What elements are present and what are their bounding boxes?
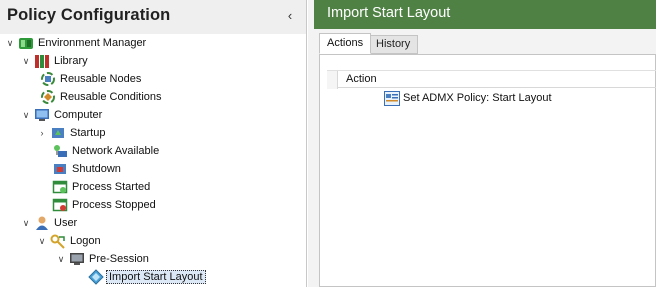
action-label: Set ADMX Policy: Start Layout [403,92,552,104]
tree-node-label: User [54,217,78,229]
process-started-icon [52,179,68,195]
startup-icon [50,125,66,141]
chevron-down-icon[interactable]: ∨ [21,52,31,70]
tree-node-reusable-nodes[interactable]: Reusable Nodes [40,70,141,88]
pre-session-monitor-icon [69,251,85,267]
tree-node-label: Process Started [72,181,151,193]
process-stopped-icon [52,197,68,213]
tree-node-process-stopped[interactable]: Process Stopped [52,196,156,214]
chevron-down-icon[interactable]: ∨ [56,250,66,268]
logon-key-icon [50,233,66,249]
tree-node-reusable-conditions[interactable]: Reusable Conditions [40,88,162,106]
grid-row-selector[interactable] [327,71,338,89]
grid-header: Action [327,70,656,89]
node-details-pane: Import Start Layout History Action Set A… [308,0,656,287]
tree-node-label: Pre-Session [89,253,149,265]
network-available-icon [52,143,68,159]
tree-node-startup[interactable]: › Startup [37,124,106,142]
tree-node-process-started[interactable]: Process Started [52,178,150,196]
tree-node-label: Library [54,55,88,67]
user-icon [34,215,50,231]
tree-node-label: Startup [70,127,106,139]
tree-node-label: Reusable Nodes [60,73,142,85]
tree-node-user[interactable]: ∨ User [21,214,77,232]
tree-node-label: Computer [54,109,103,121]
chevron-right-icon[interactable]: › [37,124,47,142]
policy-configuration-pane: Policy Configuration ‹ ∨ Environment Man… [0,0,307,287]
chevron-down-icon[interactable]: ∨ [37,232,47,250]
tree-node-import-start-layout[interactable]: Import Start Layout [88,268,206,286]
tree-node-label: Import Start Layout [106,270,206,284]
column-header-action[interactable]: Action [346,73,377,85]
collapse-pane-button[interactable]: ‹ [283,8,297,24]
import-start-layout-icon [88,269,104,285]
tree-node-label: Network Available [72,145,160,157]
node-title: Import Start Layout [327,5,451,21]
tree-node-logon[interactable]: ∨ Logon [37,232,101,250]
tab-actions[interactable]: Actions [319,33,372,54]
tree-node-network-available[interactable]: Network Available [52,142,159,160]
policy-configuration-header: Policy Configuration ‹ [0,0,306,34]
chevron-down-icon[interactable]: ∨ [21,214,31,232]
tab-history[interactable]: History [368,35,419,54]
tree-node-label: Reusable Conditions [60,91,162,103]
reusable-nodes-icon [40,71,56,87]
tree-node-label: Shutdown [72,163,121,175]
tree-node-label: Process Stopped [72,199,156,211]
computer-monitor-icon [34,107,50,123]
page-title: Policy Configuration [7,6,171,24]
tree-node-library[interactable]: ∨ Library [21,52,88,70]
chevron-down-icon[interactable]: ∨ [5,34,15,52]
grid-row[interactable]: Set ADMX Policy: Start Layout [327,90,656,108]
tree-node-label: Environment Manager [38,37,147,49]
environment-manager-icon [18,35,34,51]
tree-node-shutdown[interactable]: Shutdown [52,160,121,178]
tree-node-computer[interactable]: ∨ Computer [21,106,102,124]
reusable-conditions-icon [40,89,56,105]
chevron-down-icon[interactable]: ∨ [21,106,31,124]
library-books-icon [34,53,50,69]
actions-panel: Action Set ADMX Policy: Start Layout [319,54,656,287]
tree-node-environment-manager[interactable]: ∨ Environment Manager [5,34,146,52]
shutdown-icon [52,161,68,177]
tree-node-label: Logon [70,235,101,247]
node-header: Import Start Layout [314,0,656,29]
admx-policy-icon [384,91,400,106]
tree-node-pre-session[interactable]: ∨ Pre-Session [56,250,149,268]
